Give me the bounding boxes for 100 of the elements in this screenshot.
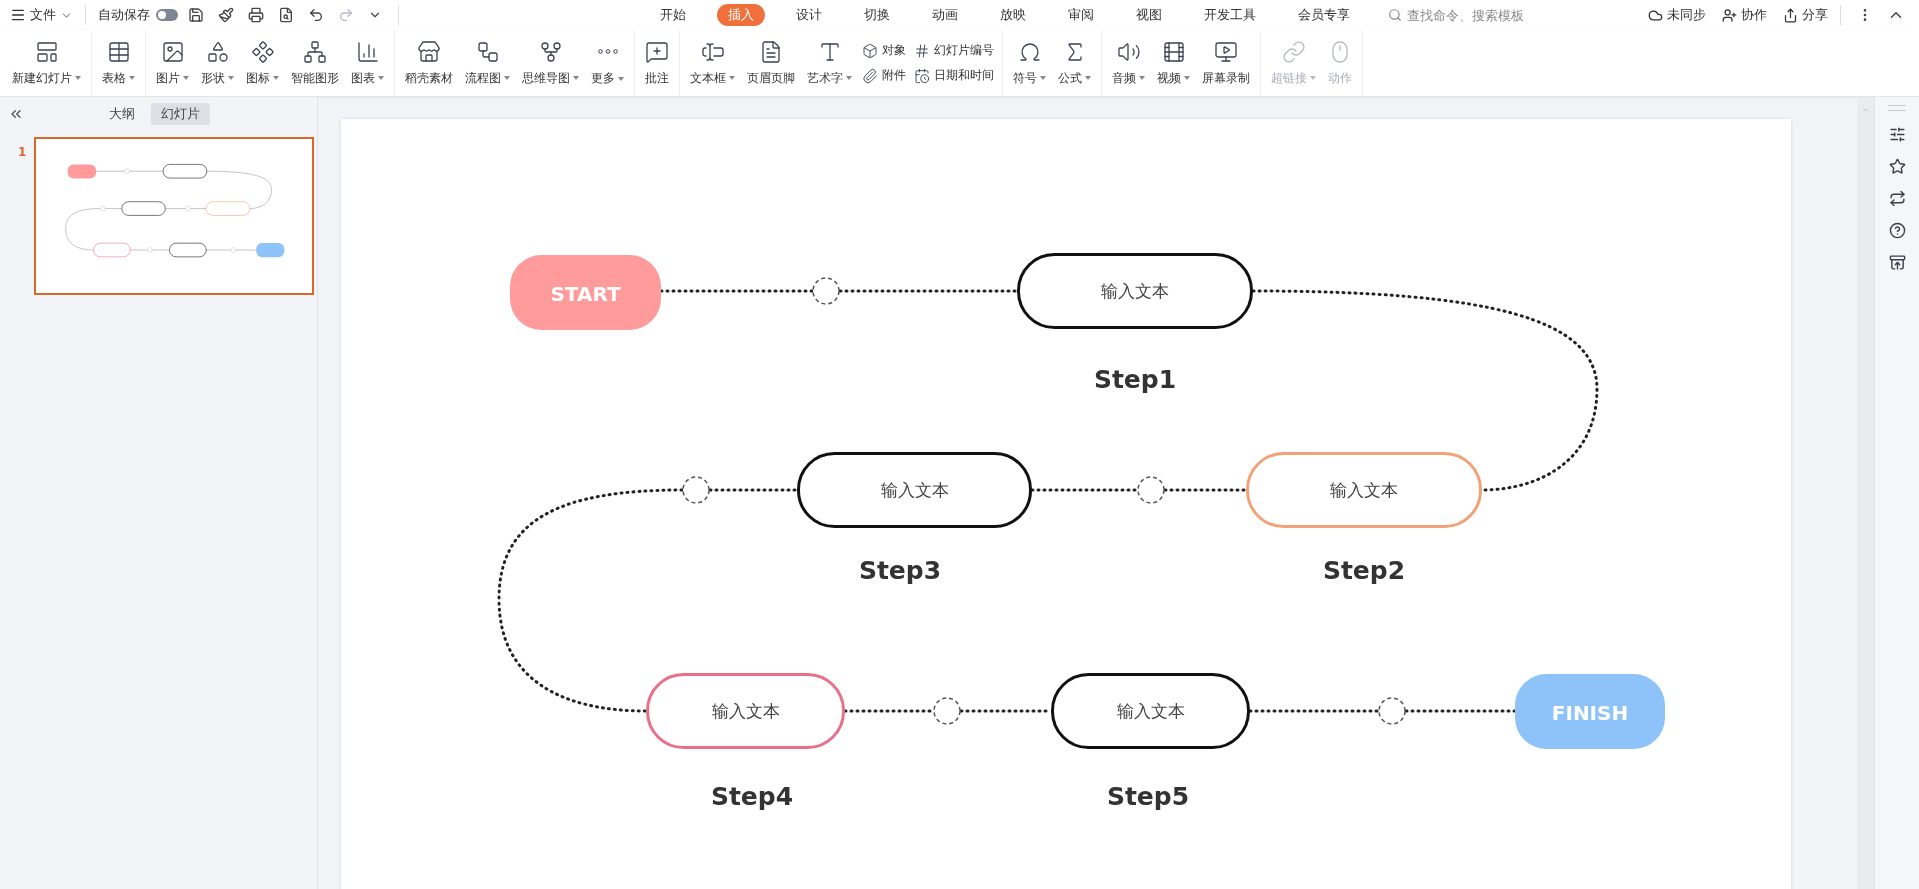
cloud-icon bbox=[1648, 7, 1663, 23]
more-icon bbox=[597, 49, 618, 54]
caret-icon bbox=[273, 76, 279, 80]
slide-plus-icon bbox=[34, 39, 59, 64]
caret-icon bbox=[1184, 76, 1190, 80]
slide-number: 1 bbox=[18, 145, 26, 159]
save-icon[interactable] bbox=[188, 7, 204, 23]
ribbon-tab[interactable]: 切换 bbox=[853, 4, 901, 26]
ribbon-button[interactable]: 页眉页脚 bbox=[741, 32, 801, 94]
step-box: 输入文本 bbox=[1017, 253, 1253, 329]
step-box: 输入文本 bbox=[1051, 673, 1250, 749]
ribbon-tab[interactable]: 放映 bbox=[989, 4, 1037, 26]
ribbon-button[interactable]: 智能图形 bbox=[285, 32, 345, 94]
ribbon-button[interactable]: 稻壳素材 bbox=[399, 32, 459, 94]
ribbon-button[interactable]: 日期和时间 bbox=[914, 67, 994, 84]
ribbon-tab[interactable]: 开发工具 bbox=[1193, 4, 1267, 26]
replace-icon[interactable] bbox=[1888, 190, 1906, 207]
help-icon[interactable] bbox=[1888, 222, 1906, 239]
ribbon-button[interactable]: 更多 bbox=[585, 32, 630, 94]
header-action[interactable]: 分享 bbox=[1783, 6, 1828, 24]
share-icon bbox=[1783, 7, 1798, 23]
ribbon-button[interactable]: 流程图 bbox=[459, 32, 516, 94]
ribbon-button[interactable]: 屏幕录制 bbox=[1196, 32, 1256, 94]
ribbon-button[interactable]: 图标 bbox=[240, 32, 285, 94]
scrollbar[interactable] bbox=[1857, 97, 1874, 889]
ribbon-button[interactable]: 表格 bbox=[96, 32, 141, 94]
step-box: 输入文本 bbox=[646, 673, 845, 749]
ribbon-tab[interactable]: 审阅 bbox=[1057, 4, 1105, 26]
film-icon bbox=[1161, 39, 1186, 64]
ribbon-button[interactable]: 符号 bbox=[1007, 32, 1052, 94]
search-icon bbox=[1388, 8, 1402, 22]
ribbon-button[interactable]: 图片 bbox=[150, 32, 195, 94]
ribbon-button[interactable]: 形状 bbox=[195, 32, 240, 94]
ribbon-tab[interactable]: 开始 bbox=[649, 4, 697, 26]
ribbon-button[interactable]: 附件 bbox=[862, 67, 906, 84]
caret-icon bbox=[378, 76, 384, 80]
connector-circle bbox=[1378, 697, 1406, 725]
preview-icon[interactable] bbox=[278, 7, 294, 23]
caret-icon bbox=[1085, 76, 1091, 80]
undo-icon[interactable] bbox=[308, 7, 324, 23]
brush-icon[interactable] bbox=[218, 7, 234, 23]
star-icon[interactable] bbox=[1888, 158, 1906, 175]
caret-icon bbox=[729, 76, 735, 80]
header-action[interactable]: 未同步 bbox=[1648, 6, 1706, 24]
ribbon-button[interactable]: 公式 bbox=[1052, 32, 1097, 94]
menu-icon bbox=[10, 7, 26, 23]
ribbon-button[interactable]: 图表 bbox=[345, 32, 390, 94]
flowchart-icon bbox=[475, 39, 500, 64]
step-caption: Step4 bbox=[710, 782, 794, 811]
step-caption: Step2 bbox=[1322, 556, 1406, 585]
caret-icon bbox=[228, 76, 234, 80]
ribbon-tab[interactable]: 设计 bbox=[785, 4, 833, 26]
caret-icon bbox=[1040, 76, 1046, 80]
caret-icon bbox=[573, 76, 579, 80]
connector-circle bbox=[812, 277, 840, 305]
hash-icon bbox=[914, 42, 930, 59]
caret-icon bbox=[504, 76, 510, 80]
network-icon bbox=[303, 39, 327, 64]
connector-circle bbox=[933, 697, 961, 725]
cube-icon bbox=[862, 42, 878, 59]
caret-icon bbox=[183, 76, 189, 80]
settings-icon[interactable] bbox=[1888, 126, 1906, 143]
ribbon-button[interactable]: 文本框 bbox=[684, 32, 741, 94]
calendar-icon bbox=[914, 67, 930, 84]
ribbon-button[interactable]: 对象 bbox=[862, 42, 906, 59]
ribbon-button[interactable]: 新建幻灯片 bbox=[6, 32, 87, 94]
link-icon bbox=[1281, 39, 1306, 64]
shapes-icon bbox=[205, 39, 230, 64]
autosave-label: 自动保存 bbox=[98, 6, 150, 24]
ribbon-button[interactable]: 视频 bbox=[1151, 32, 1196, 94]
terminal-node: FINISH bbox=[1515, 674, 1665, 749]
ribbon-tab[interactable]: 会员专享 bbox=[1287, 4, 1361, 26]
ribbon-button[interactable]: 思维导图 bbox=[516, 32, 585, 94]
ribbon-button[interactable]: 幻灯片编号 bbox=[914, 42, 994, 59]
print-icon[interactable] bbox=[248, 7, 264, 23]
header-action[interactable]: 协作 bbox=[1722, 6, 1767, 24]
caret-icon bbox=[618, 76, 624, 81]
caret-icon bbox=[75, 76, 81, 80]
page-icon bbox=[759, 39, 783, 64]
ribbon-button[interactable]: 批注 bbox=[639, 32, 675, 94]
caret-icon bbox=[846, 76, 852, 80]
store-icon bbox=[417, 39, 441, 64]
panel-tab[interactable]: 大纲 bbox=[99, 103, 145, 125]
ribbon-tab[interactable]: 视图 bbox=[1125, 4, 1173, 26]
branch-icon bbox=[538, 39, 563, 64]
ribbon-button[interactable]: 音频 bbox=[1106, 32, 1151, 94]
ribbon-button[interactable]: 艺术字 bbox=[801, 32, 858, 94]
panel-tab[interactable]: 幻灯片 bbox=[151, 103, 210, 125]
caret-icon bbox=[129, 76, 135, 80]
ribbon-tab[interactable]: 动画 bbox=[921, 4, 969, 26]
grip-icon[interactable] bbox=[1888, 105, 1906, 111]
caret-icon bbox=[1139, 76, 1145, 80]
caret-icon bbox=[1310, 76, 1316, 80]
autosave-toggle[interactable] bbox=[156, 9, 178, 21]
step-box: 输入文本 bbox=[1246, 452, 1482, 528]
search-field[interactable]: 查找命令、搜索模板 bbox=[1388, 6, 1559, 24]
file-menu[interactable]: 文件 bbox=[10, 6, 73, 24]
archive-icon[interactable] bbox=[1888, 254, 1906, 271]
step-caption: Step1 bbox=[1093, 365, 1177, 394]
terminal-node: START bbox=[510, 255, 661, 330]
